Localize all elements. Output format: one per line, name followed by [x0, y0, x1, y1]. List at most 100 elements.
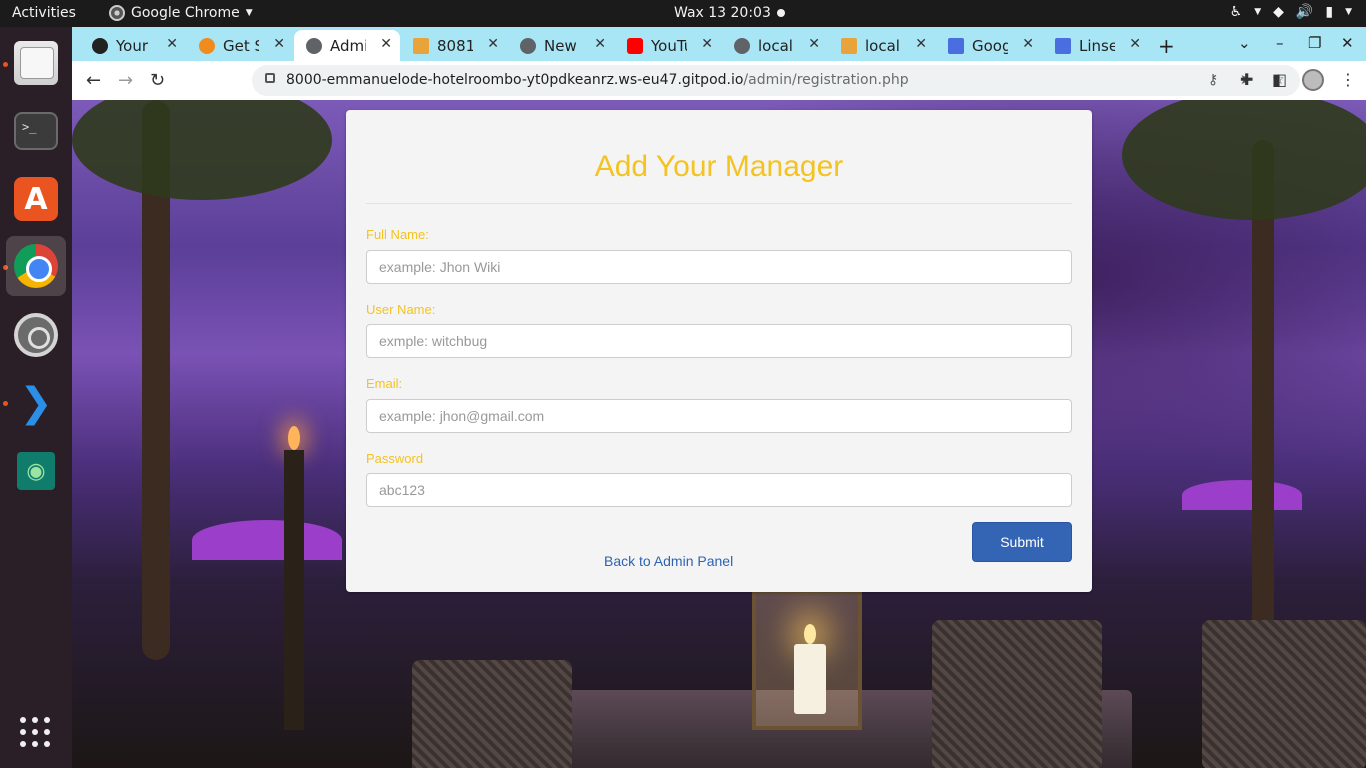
- chrome-icon: [109, 5, 125, 21]
- palm-fronds-decoration: [1122, 100, 1366, 220]
- extensions-icon[interactable]: ✚: [1240, 70, 1253, 89]
- system-tray[interactable]: ♿ ▼ ◆ 🔊 ▮ ▼: [1230, 4, 1352, 20]
- dock-files[interactable]: [6, 33, 66, 93]
- back-icon[interactable]: ←: [86, 70, 101, 91]
- close-icon[interactable]: ✕: [808, 36, 820, 52]
- chrome-icon: [520, 37, 536, 54]
- fullname-label: Full Name:: [366, 227, 429, 242]
- chair-decoration: [412, 660, 572, 768]
- close-icon[interactable]: ✕: [166, 36, 178, 52]
- tab-search-icon[interactable]: ⌄: [1238, 34, 1251, 52]
- phpmyadmin-icon: [841, 37, 857, 54]
- gitpod-icon: [199, 37, 215, 54]
- tab-title: Googl: [972, 36, 1008, 55]
- side-panel-icon[interactable]: ◧: [1272, 70, 1287, 89]
- fullname-input[interactable]: [366, 250, 1072, 284]
- address-bar[interactable]: 8000-emmanuelode-hotelroombo-yt0pdkeanrz…: [252, 65, 1300, 96]
- close-icon[interactable]: ✕: [915, 36, 927, 52]
- dock-software[interactable]: A: [6, 169, 66, 229]
- close-icon[interactable]: ✕: [594, 36, 606, 52]
- torch-decoration: [284, 450, 304, 730]
- battery-icon[interactable]: ▮: [1325, 4, 1333, 20]
- tab-localhost-2[interactable]: localh ✕: [829, 30, 935, 61]
- dock-android-studio[interactable]: ◉: [6, 441, 66, 501]
- tab-github[interactable]: Your R ✕: [80, 30, 186, 61]
- show-apps-icon[interactable]: [20, 717, 52, 749]
- tab-title: 8081-e: [437, 36, 473, 55]
- new-tab-button[interactable]: +: [1158, 34, 1175, 58]
- close-icon[interactable]: ✕: [273, 36, 285, 52]
- tab-linsey[interactable]: Linsey ✕: [1043, 30, 1149, 61]
- github-icon: [92, 37, 108, 54]
- volume-icon[interactable]: 🔊: [1296, 4, 1313, 20]
- profile-avatar[interactable]: [1302, 69, 1324, 91]
- lantern-decoration: [752, 590, 862, 730]
- tab-admin[interactable]: Admin ✕: [294, 30, 400, 61]
- form-title: Add Your Manager: [594, 150, 844, 183]
- password-input[interactable]: [366, 473, 1072, 507]
- tab-new-tab[interactable]: New T ✕: [508, 30, 614, 61]
- tab-title: YouTu: [651, 36, 687, 55]
- globe-icon: [306, 37, 322, 54]
- submit-button[interactable]: Submit: [972, 522, 1072, 562]
- tab-title: Admin: [330, 36, 366, 55]
- dock-vscode[interactable]: ❯: [6, 373, 66, 433]
- app-menu-label: Google Chrome: [131, 5, 240, 21]
- chevron-down-icon: ▼: [245, 8, 253, 18]
- system-top-bar: Activities Google Chrome ▼ Wax 13 20:03 …: [0, 0, 1366, 27]
- tab-gitpod[interactable]: Get St ✕: [187, 30, 293, 61]
- tab-title: New T: [544, 36, 580, 55]
- maximize-icon[interactable]: ❐: [1308, 34, 1321, 52]
- tab-title: Your R: [116, 36, 152, 55]
- globe-icon: [734, 37, 750, 54]
- reload-icon[interactable]: ↻: [150, 70, 165, 91]
- close-window-icon[interactable]: ✕: [1341, 34, 1354, 52]
- dock-settings[interactable]: [6, 305, 66, 365]
- page-background: Add Your Manager Full Name: User Name: E…: [72, 100, 1366, 768]
- app-menu[interactable]: Google Chrome ▼: [109, 5, 253, 21]
- forward-icon[interactable]: →: [118, 70, 133, 91]
- email-input[interactable]: [366, 399, 1072, 433]
- username-label: User Name:: [366, 302, 436, 317]
- tab-title: localh: [758, 36, 794, 55]
- notification-dot-icon: [777, 9, 785, 17]
- key-icon[interactable]: ⚷: [1208, 72, 1218, 88]
- url-text[interactable]: 8000-emmanuelode-hotelroombo-yt0pdkeanrz…: [286, 72, 909, 88]
- umbrella-decoration: [1182, 480, 1302, 510]
- clock[interactable]: Wax 13 20:03: [674, 5, 771, 21]
- software-store-icon: A: [14, 177, 58, 221]
- minimize-icon[interactable]: –: [1276, 34, 1284, 52]
- activities-button[interactable]: Activities: [12, 5, 76, 21]
- tab-title: Get St: [223, 36, 259, 55]
- chevron-down-icon[interactable]: ▼: [1254, 7, 1261, 17]
- close-icon[interactable]: ✕: [380, 36, 392, 52]
- manager-form-card: Add Your Manager Full Name: User Name: E…: [346, 110, 1092, 592]
- more-menu-icon[interactable]: ⋮: [1340, 70, 1356, 89]
- torch-flame-decoration: [288, 426, 300, 450]
- tab-google-doc[interactable]: Googl ✕: [936, 30, 1042, 61]
- tab-localhost-1[interactable]: localh ✕: [722, 30, 828, 61]
- close-icon[interactable]: ✕: [1129, 36, 1141, 52]
- email-label: Email:: [366, 376, 403, 391]
- username-input[interactable]: [366, 324, 1072, 358]
- google-docs-icon: [948, 37, 964, 54]
- tab-title: localh: [865, 36, 901, 55]
- close-icon[interactable]: ✕: [487, 36, 499, 52]
- accessibility-icon[interactable]: ♿: [1230, 4, 1243, 20]
- vscode-icon: ❯: [19, 380, 53, 426]
- phpmyadmin-icon: [413, 37, 429, 54]
- dock-chrome[interactable]: [6, 236, 66, 296]
- tab-phpmyadmin[interactable]: 8081-e ✕: [401, 30, 507, 61]
- dock: >_ A ❯ ◉: [0, 27, 72, 768]
- close-icon[interactable]: ✕: [1022, 36, 1034, 52]
- tab-youtube[interactable]: YouTu ✕: [615, 30, 721, 61]
- close-icon[interactable]: ✕: [701, 36, 713, 52]
- back-to-admin-link[interactable]: Back to Admin Panel: [604, 553, 733, 569]
- chevron-down-icon[interactable]: ▼: [1345, 7, 1352, 17]
- files-icon: [14, 41, 58, 85]
- chair-decoration: [1202, 620, 1366, 768]
- lock-icon[interactable]: [265, 73, 275, 83]
- dock-terminal[interactable]: >_: [6, 101, 66, 161]
- browser-toolbar: ← → ↻ 8000-emmanuelode-hotelroombo-yt0pd…: [72, 61, 1366, 100]
- wifi-icon[interactable]: ◆: [1273, 4, 1284, 20]
